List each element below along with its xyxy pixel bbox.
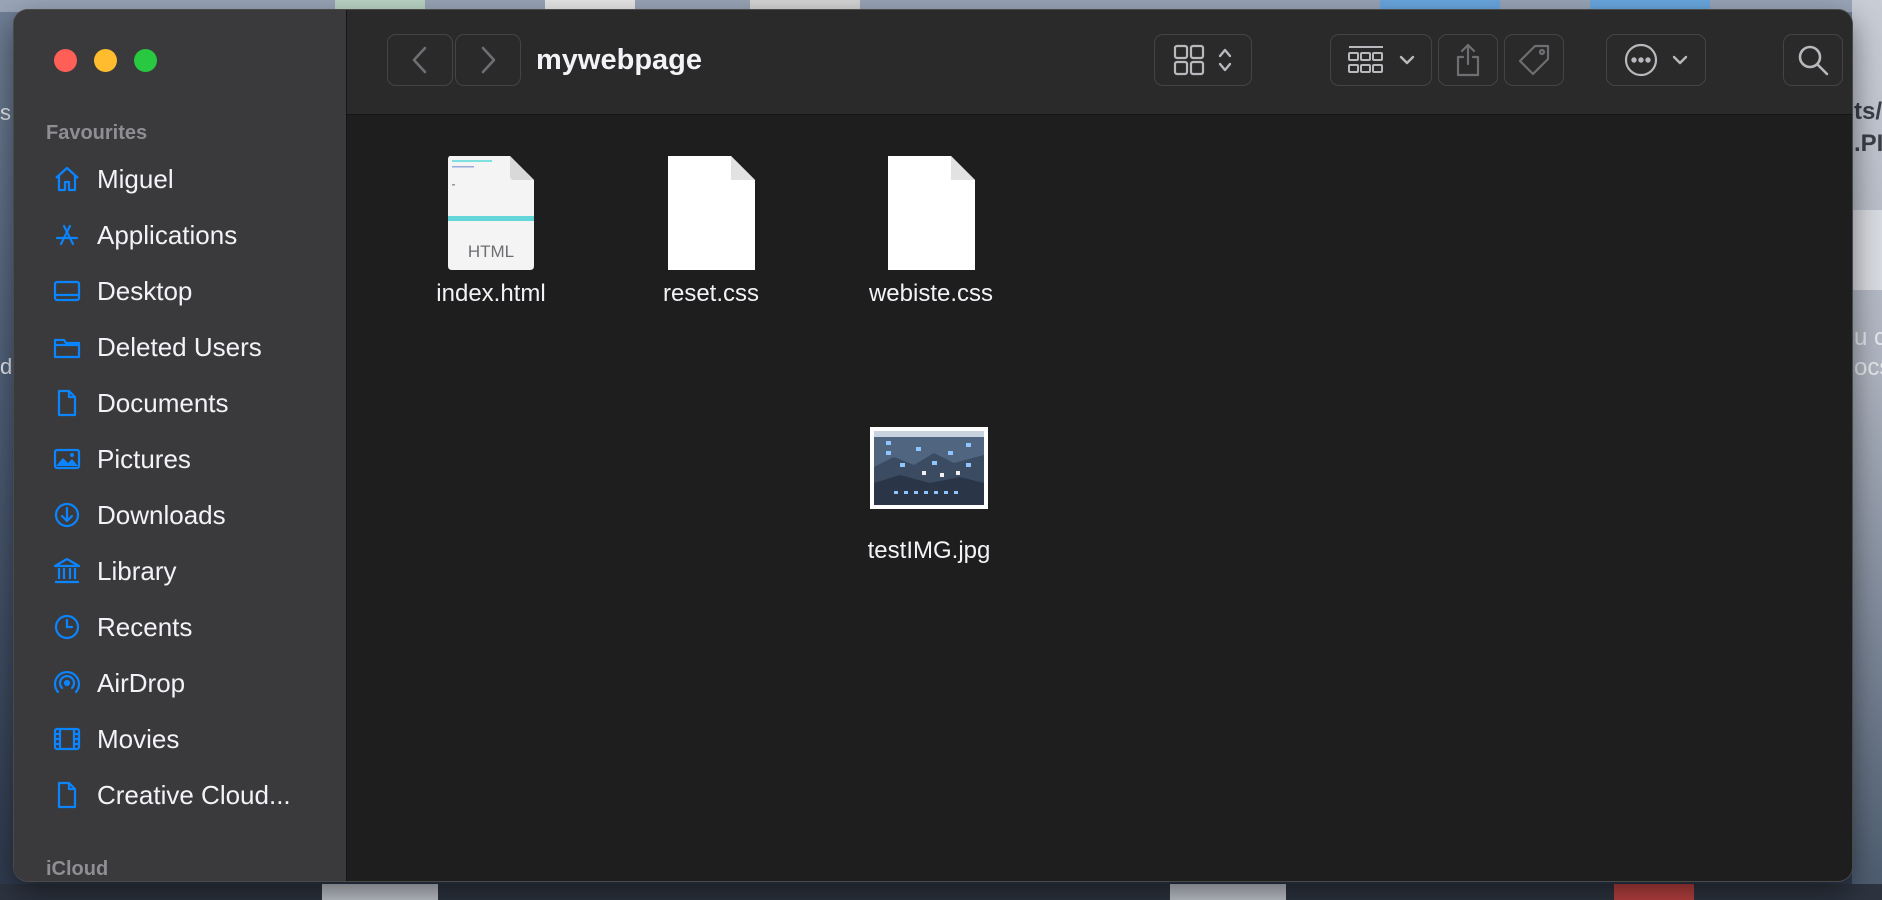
- back-button[interactable]: [387, 34, 453, 86]
- sidebar-section-icloud: iCloud: [46, 858, 109, 880]
- applications-icon: [49, 220, 85, 250]
- sidebar-item-miguel[interactable]: Miguel: [28, 156, 328, 202]
- sidebar-item-label: Deleted Users: [97, 331, 262, 362]
- grid-view-icon: [1173, 44, 1205, 76]
- document-icon: [49, 780, 85, 810]
- css-file-icon: [885, 154, 977, 272]
- sidebar-item-downloads[interactable]: Downloads: [28, 492, 328, 538]
- desktop-text-fragment: ts/: [1854, 98, 1882, 125]
- download-icon: [49, 500, 85, 530]
- minimize-window-button[interactable]: [94, 49, 117, 72]
- desktop-window-fragment: [1590, 0, 1710, 10]
- file-name: testIMG.jpg: [867, 537, 991, 564]
- desktop-text-fragment: .PI: [1854, 130, 1882, 157]
- tag-icon: [1518, 44, 1550, 76]
- file-name: index.html: [436, 280, 546, 307]
- html-badge: HTML: [467, 242, 515, 261]
- share-icon: [1456, 43, 1480, 77]
- film-icon: [49, 724, 85, 754]
- desktop-text-fragment: ocs: [1854, 354, 1882, 381]
- sidebar-item-label: Library: [97, 555, 177, 586]
- desktop-window-fragment: [1852, 210, 1882, 290]
- airdrop-icon: [49, 668, 85, 698]
- sidebar-item-label: Creative Cloud...: [97, 779, 291, 810]
- ellipsis-circle-icon: [1624, 43, 1658, 77]
- desktop-text-fragment: u c: [1854, 324, 1882, 351]
- file-item-webiste-css[interactable]: webiste.css: [831, 154, 1031, 308]
- file-name: webiste.css: [868, 280, 994, 307]
- desktop-window-fragment: [322, 884, 438, 900]
- finder-window: Favourites Miguel Applications Desktop D…: [14, 10, 1852, 881]
- chevron-updown-icon: [1218, 48, 1232, 72]
- view-mode-button[interactable]: [1154, 34, 1252, 86]
- file-item-reset-css[interactable]: reset.css: [611, 154, 811, 308]
- close-window-button[interactable]: [54, 49, 77, 72]
- clock-icon: [49, 612, 85, 642]
- search-button[interactable]: [1783, 34, 1843, 86]
- forward-button[interactable]: [455, 34, 521, 86]
- toolbar: mywebpage: [347, 10, 1852, 115]
- pictures-icon: [49, 444, 85, 474]
- chevron-left-icon: [412, 46, 427, 74]
- css-file-icon: [665, 154, 757, 272]
- file-name: reset.css: [662, 280, 760, 307]
- desktop-icon: [49, 276, 85, 306]
- sidebar-item-documents[interactable]: Documents: [28, 380, 328, 426]
- sidebar-item-label: Desktop: [97, 275, 193, 306]
- group-by-button[interactable]: [1330, 34, 1432, 86]
- chevron-down-icon: [1399, 55, 1415, 65]
- sidebar: Favourites Miguel Applications Desktop D…: [14, 10, 347, 881]
- desktop-window-fragment: [1614, 884, 1694, 900]
- tag-button[interactable]: [1504, 34, 1564, 86]
- sidebar-item-label: Applications: [97, 219, 238, 250]
- chevron-down-icon: [1672, 55, 1688, 65]
- file-item-testimg-jpg[interactable]: testIMG.jpg: [829, 427, 1029, 565]
- desktop-window-fragment: [1380, 0, 1500, 10]
- desktop-window-fragment: [335, 0, 425, 10]
- desktop-window-fragment: [750, 0, 860, 10]
- desktop-window-fragment: [545, 0, 635, 10]
- folder-icon: [49, 332, 85, 362]
- maximize-window-button[interactable]: [134, 49, 157, 72]
- search-icon: [1798, 45, 1829, 76]
- home-icon: [49, 164, 85, 194]
- desktop-background-right: ts/ .PI u c ocs: [1852, 0, 1882, 900]
- sidebar-item-airdrop[interactable]: AirDrop: [28, 660, 328, 706]
- file-area: HTML index.html reset.css webiste.css te…: [347, 115, 1852, 881]
- sidebar-item-label: Miguel: [97, 163, 174, 194]
- library-icon: [49, 556, 85, 586]
- sidebar-item-applications[interactable]: Applications: [28, 212, 328, 258]
- sidebar-item-library[interactable]: Library: [28, 548, 328, 594]
- sidebar-item-deleted-users[interactable]: Deleted Users: [28, 324, 328, 370]
- sidebar-item-recents[interactable]: Recents: [28, 604, 328, 650]
- desktop-text-fragment: s: [0, 100, 11, 125]
- file-item-index-html[interactable]: HTML index.html: [391, 154, 591, 308]
- sidebar-item-label: AirDrop: [97, 667, 186, 698]
- chevron-right-icon: [481, 46, 496, 74]
- share-button[interactable]: [1438, 34, 1498, 86]
- sidebar-item-pictures[interactable]: Pictures: [28, 436, 328, 482]
- sidebar-item-label: Recents: [97, 611, 193, 642]
- more-actions-button[interactable]: [1606, 34, 1706, 86]
- sidebar-item-movies[interactable]: Movies: [28, 716, 328, 762]
- desktop-text-fragment: d: [0, 354, 13, 379]
- image-file-thumbnail: [870, 427, 988, 509]
- sidebar-item-desktop[interactable]: Desktop: [28, 268, 328, 314]
- sidebar-section-favourites: Favourites: [46, 122, 148, 144]
- sidebar-item-label: Movies: [97, 723, 180, 754]
- sidebar-item-label: Downloads: [97, 499, 226, 530]
- desktop-window-fragment: [1170, 884, 1286, 900]
- group-icon: [1348, 46, 1383, 73]
- sidebar-item-label: Pictures: [97, 443, 191, 474]
- sidebar-item-creative-cloud[interactable]: Creative Cloud...: [28, 772, 328, 818]
- html-file-icon: HTML: [446, 154, 536, 272]
- document-icon: [49, 388, 85, 418]
- desktop-background-bottom: [0, 884, 1882, 900]
- window-title: mywebpage: [536, 44, 702, 76]
- sidebar-item-label: Documents: [97, 387, 229, 418]
